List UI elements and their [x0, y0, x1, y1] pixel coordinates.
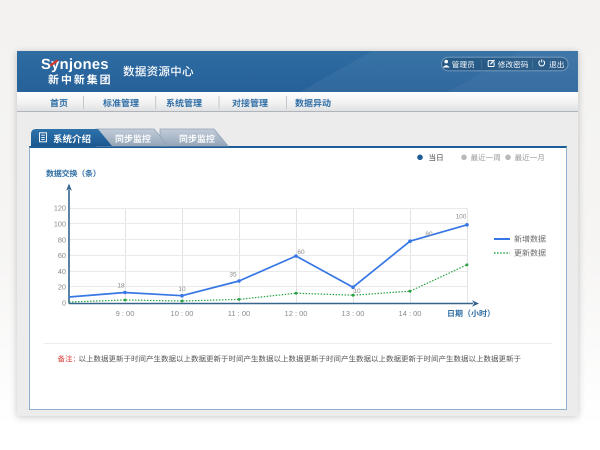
svg-text:13 : 00: 13 : 00: [342, 309, 365, 318]
svg-text:12 : 00: 12 : 00: [285, 309, 308, 318]
svg-text:14 : 00: 14 : 00: [399, 309, 422, 318]
svg-text:0: 0: [62, 298, 66, 307]
svg-text:100: 100: [54, 220, 66, 229]
svg-text:80: 80: [425, 231, 433, 238]
svg-text:18: 18: [117, 283, 125, 290]
svg-text:11 : 00: 11 : 00: [228, 309, 250, 318]
svg-text:10 : 00: 10 : 00: [171, 309, 194, 318]
svg-text:60: 60: [58, 251, 66, 260]
svg-text:100: 100: [456, 214, 467, 221]
svg-text:60: 60: [297, 249, 305, 256]
svg-text:35: 35: [229, 272, 237, 279]
svg-text:40: 40: [58, 267, 66, 276]
svg-text:80: 80: [58, 235, 66, 244]
svg-text:10: 10: [353, 288, 361, 295]
svg-text:20: 20: [58, 283, 66, 292]
svg-text:120: 120: [54, 204, 66, 213]
svg-text:10: 10: [178, 286, 186, 293]
svg-text:9 : 00: 9 : 00: [116, 309, 135, 318]
